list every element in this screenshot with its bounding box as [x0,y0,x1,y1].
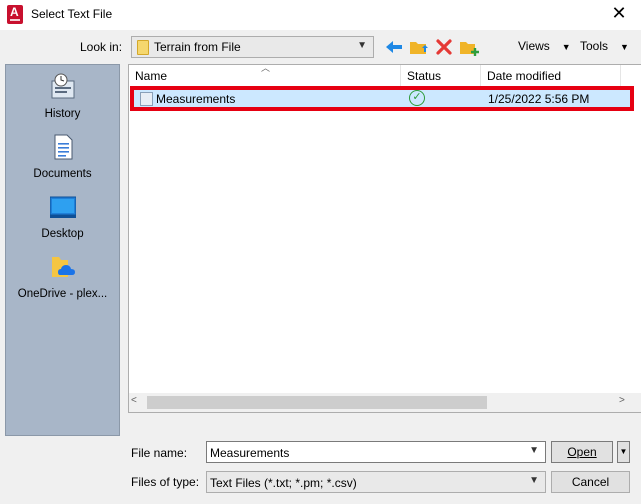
column-header-date[interactable]: Date modified [481,65,621,87]
place-label: OneDrive - plex... [17,288,108,300]
column-header-status[interactable]: Status [401,65,481,87]
place-label: Desktop [41,228,84,240]
filename-value: Measurements [210,446,290,460]
scroll-thumb[interactable] [147,396,487,409]
documents-icon [54,134,73,160]
open-options-dropdown[interactable]: ▼ [617,441,630,463]
chevron-down-icon: ▼ [357,40,367,51]
close-icon[interactable]: ✕ [606,4,632,26]
horizontal-scrollbar[interactable]: < > [129,393,641,412]
lookin-label: Look in: [80,40,123,54]
filename-field[interactable]: Measurements ▼ [206,441,546,463]
column-name-label: Name [135,69,168,83]
lookin-dropdown[interactable]: Terrain from File ▼ [131,36,374,58]
back-arrow-icon[interactable] [383,36,405,58]
autocad-app-icon [7,5,23,24]
filetype-dropdown[interactable]: Text Files (*.txt; *.pm; *.csv) ▼ [206,471,546,493]
file-list[interactable]: Name ︿ Status Date modified Measurements… [128,63,641,413]
place-desktop[interactable]: Desktop [6,189,119,249]
history-icon [51,73,75,99]
place-documents[interactable]: Documents [6,129,119,189]
scroll-left-icon[interactable]: < [131,395,137,406]
column-date-label: Date modified [487,69,562,83]
onedrive-icon [52,257,75,277]
place-history[interactable]: History [6,69,119,129]
scroll-right-icon[interactable]: > [619,395,625,406]
column-header-more[interactable] [621,65,641,87]
tools-menu-button[interactable]: Tools ▼ [580,39,629,53]
chevron-down-icon: ▼ [529,475,539,486]
new-folder-icon[interactable] [458,36,480,58]
chevron-down-icon[interactable]: ▼ [529,445,539,456]
cancel-button[interactable]: Cancel [551,471,630,493]
filename-label: File name: [131,446,188,460]
filetype-label: Files of type: [131,475,200,489]
open-button[interactable]: Open [551,441,613,463]
delete-icon[interactable] [433,36,455,58]
open-label: Open [567,445,597,459]
column-status-label: Status [407,69,442,83]
highlight-box [130,86,634,111]
places-sidebar: History Documents Desktop OneDrive - ple… [5,64,120,436]
folder-icon [137,40,149,55]
place-label: Documents [33,168,92,180]
lookin-value: Terrain from File [154,40,241,54]
views-label: Views [518,39,550,53]
caret-down-icon: ▼ [620,42,629,52]
views-menu-button[interactable]: Views ▼ [518,39,571,53]
place-label: History [44,108,81,120]
up-folder-icon[interactable] [408,36,430,58]
column-header-name[interactable]: Name ︿ [129,63,401,87]
window-title: Select Text File [31,7,113,21]
caret-down-icon: ▼ [561,42,571,52]
desktop-icon [50,196,76,218]
tools-label: Tools [580,39,609,53]
sort-ascending-icon: ︿ [261,63,271,73]
place-onedrive[interactable]: OneDrive - plex... [6,249,119,309]
filetype-value: Text Files (*.txt; *.pm; *.csv) [210,476,357,490]
